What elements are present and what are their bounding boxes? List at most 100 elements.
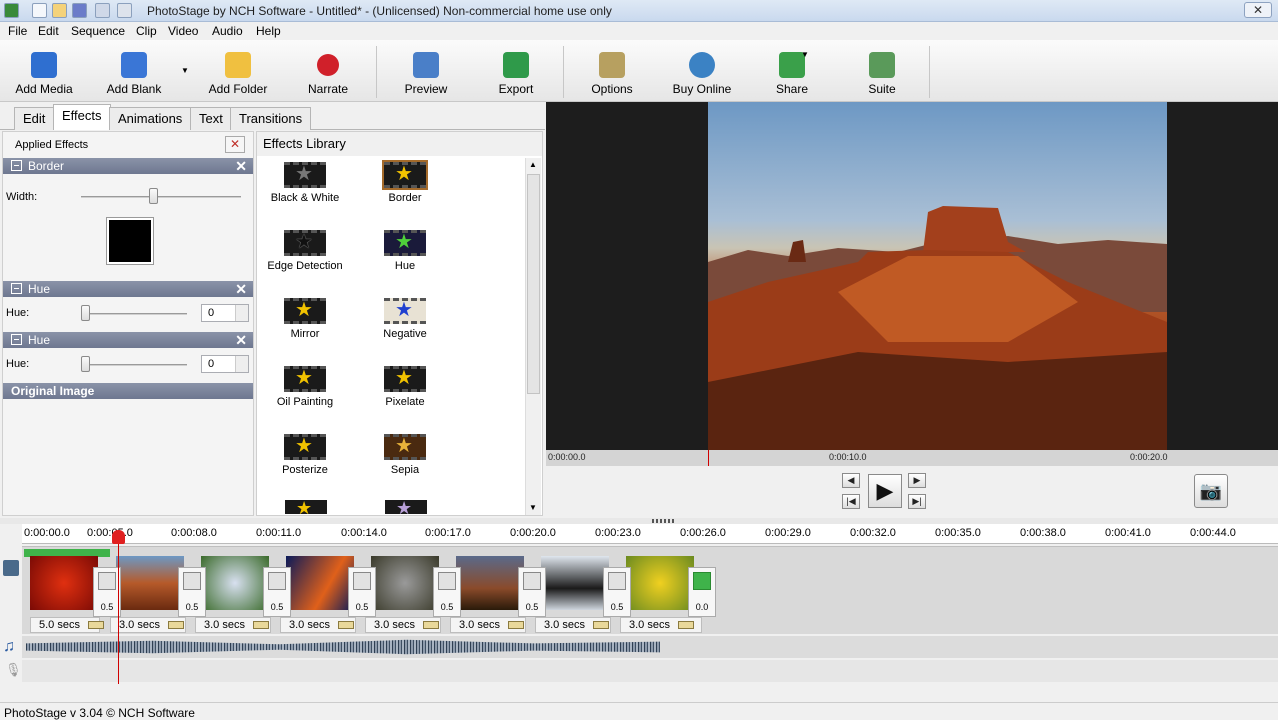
- scroll-down-icon[interactable]: ▼: [529, 503, 537, 512]
- timeline-clip[interactable]: [201, 556, 269, 610]
- effect-edge-detection[interactable]: ★ Edge Detection: [255, 230, 355, 272]
- transition-marker[interactable]: 0.5: [433, 567, 461, 617]
- duration-handle-icon[interactable]: [592, 621, 609, 630]
- timeline-clip[interactable]: [286, 556, 354, 610]
- tab-effects[interactable]: Effects: [53, 104, 111, 130]
- buy-online-button[interactable]: Buy Online: [670, 48, 734, 100]
- add-media-button[interactable]: Add Media: [12, 48, 76, 100]
- effect-pixelate[interactable]: ★ Pixelate: [355, 366, 455, 408]
- menu-clip[interactable]: Clip: [136, 24, 157, 38]
- audio-waveform[interactable]: [26, 639, 660, 655]
- duration-handle-icon[interactable]: [507, 621, 524, 630]
- hue-slider-thumb[interactable]: [81, 356, 90, 372]
- remove-border-effect-icon[interactable]: ✕: [235, 158, 247, 174]
- skip-start-icon[interactable]: |◀: [842, 494, 860, 509]
- clip-duration[interactable]: 3.0 secs: [195, 617, 271, 633]
- clip-duration[interactable]: 3.0 secs: [110, 617, 186, 633]
- menu-sequence[interactable]: Sequence: [71, 24, 125, 38]
- share-button[interactable]: Share: [766, 48, 818, 100]
- hue-value-input[interactable]: 0: [201, 355, 249, 373]
- clip-duration[interactable]: 5.0 secs: [30, 617, 104, 633]
- effect-sepia[interactable]: ★ Sepia: [355, 434, 455, 476]
- timeline-ruler[interactable]: 0:00:00.0 0:00:05.0 0:00:08.0 0:00:11.0 …: [22, 524, 1278, 544]
- transition-marker[interactable]: 0.5: [263, 567, 291, 617]
- timeline-clip[interactable]: [116, 556, 184, 610]
- effect-thumbnail-partial[interactable]: ★: [285, 500, 327, 514]
- menu-audio[interactable]: Audio: [212, 24, 243, 38]
- collapse-icon[interactable]: [11, 283, 22, 294]
- timeline-playhead[interactable]: [112, 530, 125, 684]
- clip-duration[interactable]: 3.0 secs: [535, 617, 611, 633]
- snapshot-camera-button[interactable]: 📷: [1194, 474, 1228, 508]
- hue-effect-header[interactable]: Hue ✕: [3, 332, 253, 348]
- narrate-button[interactable]: Narrate: [302, 48, 354, 100]
- add-folder-button[interactable]: Add Folder: [205, 48, 271, 100]
- effect-posterize[interactable]: ★ Posterize: [255, 434, 355, 476]
- transition-marker[interactable]: 0.5: [348, 567, 376, 617]
- tab-transitions[interactable]: Transitions: [230, 107, 312, 130]
- border-color-swatch[interactable]: [107, 218, 153, 264]
- play-button[interactable]: ▶: [868, 474, 902, 508]
- duration-handle-icon[interactable]: [167, 621, 184, 630]
- close-window-button[interactable]: ✕: [1244, 2, 1272, 18]
- add-blank-dropdown-icon[interactable]: ▼: [181, 66, 189, 75]
- timeline-clip[interactable]: [456, 556, 524, 610]
- undo-icon[interactable]: [95, 3, 110, 18]
- transition-marker[interactable]: 0.5: [93, 567, 121, 617]
- duration-handle-icon[interactable]: [252, 621, 269, 630]
- add-blank-button[interactable]: Add Blank: [102, 48, 166, 100]
- playhead-handle-icon[interactable]: [112, 530, 125, 544]
- collapse-icon[interactable]: [11, 334, 22, 345]
- scroll-up-icon[interactable]: ▲: [529, 160, 537, 169]
- library-scrollbar[interactable]: ▲ ▼: [525, 158, 541, 515]
- export-button[interactable]: Export: [490, 48, 542, 100]
- effect-border[interactable]: ★ Border: [355, 160, 455, 204]
- tab-text[interactable]: Text: [190, 107, 232, 130]
- preview-time-ruler[interactable]: 0:00:00.0 0:00:10.0 0:00:20.0: [546, 450, 1278, 466]
- hue-slider[interactable]: [83, 364, 187, 366]
- clip-duration[interactable]: 3.0 secs: [280, 617, 356, 633]
- skip-end-icon[interactable]: ▶|: [908, 494, 926, 509]
- effect-thumbnail-partial[interactable]: ★: [385, 500, 427, 514]
- menu-edit[interactable]: Edit: [38, 24, 59, 38]
- effect-oil-painting[interactable]: ★ Oil Painting: [255, 366, 355, 408]
- share-dropdown-icon[interactable]: ▼: [801, 50, 809, 59]
- duration-handle-icon[interactable]: [422, 621, 439, 630]
- remove-all-effects-button[interactable]: ✕: [225, 136, 245, 153]
- clip-duration[interactable]: 3.0 secs: [365, 617, 441, 633]
- step-back-icon[interactable]: ◀: [842, 473, 860, 488]
- preview-button[interactable]: Preview: [400, 48, 452, 100]
- timeline-clip[interactable]: [541, 556, 609, 610]
- menu-help[interactable]: Help: [256, 24, 281, 38]
- tab-edit[interactable]: Edit: [14, 107, 55, 130]
- menu-video[interactable]: Video: [168, 24, 198, 38]
- effect-hue[interactable]: ★ Hue: [355, 230, 455, 272]
- remove-hue-effect-icon[interactable]: ✕: [235, 281, 247, 297]
- transition-marker[interactable]: 0.5: [178, 567, 206, 617]
- timeline-clip[interactable]: [30, 556, 98, 610]
- end-transition-marker[interactable]: 0.0: [688, 567, 716, 617]
- width-slider[interactable]: [81, 196, 241, 198]
- timeline-clip[interactable]: [626, 556, 694, 610]
- hue-slider-thumb[interactable]: [81, 305, 90, 321]
- hue-slider[interactable]: [83, 313, 187, 315]
- transition-marker[interactable]: 0.5: [518, 567, 546, 617]
- duration-handle-icon[interactable]: [337, 621, 354, 630]
- timeline-clip[interactable]: [371, 556, 439, 610]
- collapse-icon[interactable]: [11, 160, 22, 171]
- clip-duration[interactable]: 3.0 secs: [620, 617, 702, 633]
- effect-black-white[interactable]: ★ Black & White: [255, 162, 355, 204]
- hue-effect-header[interactable]: Hue ✕: [3, 281, 253, 297]
- splitter-grip-icon[interactable]: [652, 519, 676, 523]
- save-icon[interactable]: [72, 3, 87, 18]
- tab-animations[interactable]: Animations: [109, 107, 192, 130]
- open-folder-icon[interactable]: [52, 3, 67, 18]
- width-slider-thumb[interactable]: [148, 188, 158, 204]
- clip-duration[interactable]: 3.0 secs: [450, 617, 526, 633]
- options-button[interactable]: Options: [586, 48, 638, 100]
- duration-handle-icon[interactable]: [87, 621, 104, 630]
- redo-icon[interactable]: [117, 3, 132, 18]
- hue-value-input[interactable]: 0: [201, 304, 249, 322]
- effect-mirror[interactable]: ★ Mirror: [255, 298, 355, 340]
- remove-hue-effect-icon[interactable]: ✕: [235, 332, 247, 348]
